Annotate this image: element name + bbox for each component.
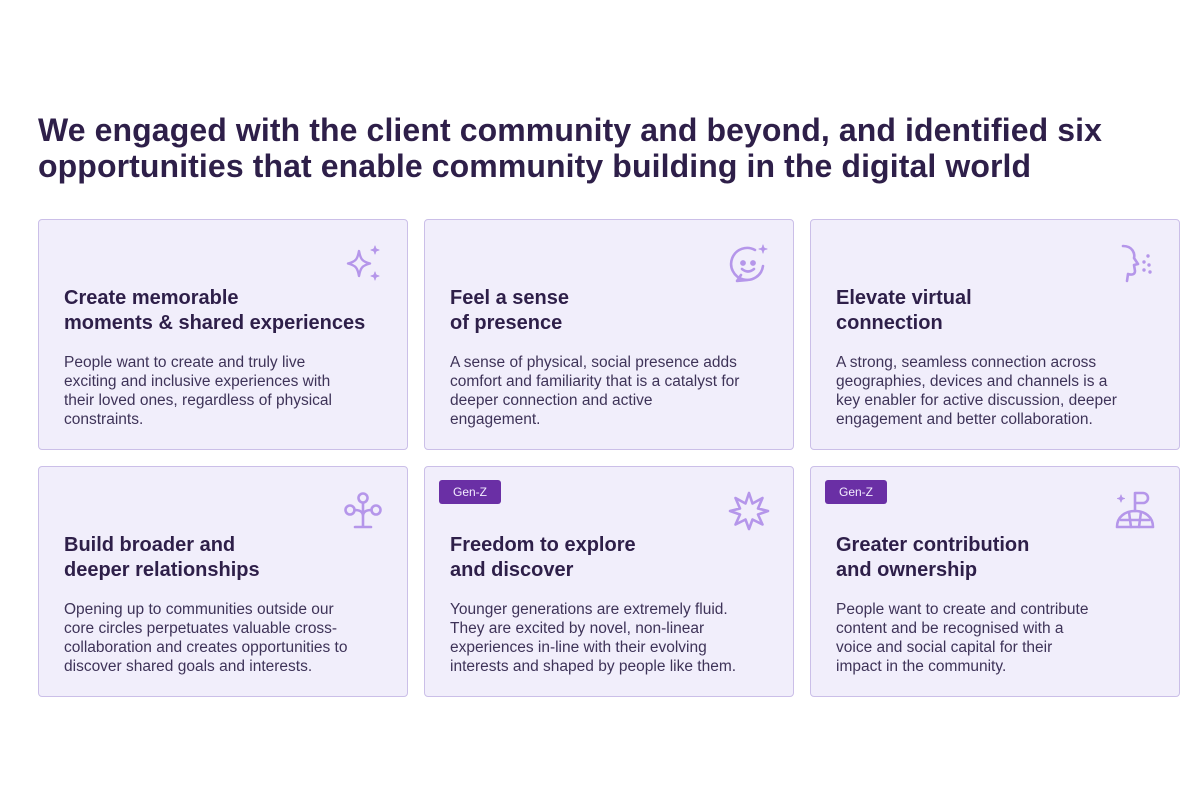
card-description-line: core circles perpetuates valuable cross- [64,620,338,637]
card-title: Create memorable moments & shared experi… [64,286,365,336]
page-headline: We engaged with the client community and… [38,112,1158,184]
card-description-line: experiences in-line with their evolving [450,639,707,656]
card-title-line: deeper relationships [64,559,260,581]
card-description-line: exciting and inclusive experiences with [64,373,331,390]
card-title-line: Create memorable [64,287,239,309]
card-description: A strong, seamless connection across geo… [836,353,1166,429]
opportunity-card-broader-relationships: Build broader and deeper relationships O… [38,466,408,697]
card-title: Greater contribution and ownership [836,533,1029,583]
card-title-line: Feel a sense [450,287,569,309]
headline-line-2: opportunities that enable community buil… [38,148,1032,184]
card-description: People want to create and contribute con… [836,600,1166,676]
opportunity-card-contribution-ownership: Gen-Z Greater contribution and ownership… [810,466,1180,697]
card-title-line: of presence [450,312,563,334]
card-description-line: interests and shaped by people like them… [450,658,737,675]
card-description-line: They are excited by novel, non-linear [450,620,705,637]
card-description-line: engagement and better collaboration. [836,411,1093,428]
card-description: A sense of physical, social presence add… [450,353,780,429]
card-description-line: content and be recognised with a [836,620,1064,637]
headline-line-1: We engaged with the client community and… [38,112,1103,148]
opportunity-card-explore-discover: Gen-Z Freedom to explore and discover Yo… [424,466,794,697]
sparkle-icon [341,242,385,286]
flag-summit-icon [1113,489,1157,533]
card-description-line: Younger generations are extremely fluid. [450,601,728,618]
face-profile-icon [1113,242,1157,286]
card-description: Opening up to communities outside our co… [64,600,394,676]
smile-chat-icon [727,242,771,286]
card-title-line: and ownership [836,559,978,581]
card-description-line: geographies, devices and channels is a [836,373,1108,390]
opportunity-card-sense-of-presence: Feel a sense of presence A sense of phys… [424,219,794,450]
card-description-line: comfort and familiarity that is a cataly… [450,373,740,390]
card-description: Younger generations are extremely fluid.… [450,600,780,676]
card-description-line: People want to create and contribute [836,601,1089,618]
card-description-line: deeper connection and active [450,392,653,409]
card-title-line: and discover [450,559,574,581]
card-title: Build broader and deeper relationships [64,533,260,583]
card-title-line: Freedom to explore [450,534,636,556]
starburst-icon [727,489,771,533]
card-title: Freedom to explore and discover [450,533,636,583]
gen-z-badge: Gen-Z [825,480,888,504]
card-description-line: A strong, seamless connection across [836,354,1097,371]
card-description-line: engagement. [450,411,541,428]
card-description-line: collaboration and creates opportunities … [64,639,348,656]
card-description-line: People want to create and truly live [64,354,306,371]
card-title-line: Build broader and [64,534,236,556]
card-description-line: key enabler for active discussion, deepe… [836,392,1117,409]
opportunity-card-memorable-moments: Create memorable moments & shared experi… [38,219,408,450]
card-title-line: connection [836,312,943,334]
card-description: People want to create and truly live exc… [64,353,394,429]
card-description-line: constraints. [64,411,144,428]
card-description-line: impact in the community. [836,658,1007,675]
card-description-line: their loved ones, regardless of physical [64,392,332,409]
card-title: Elevate virtual connection [836,286,972,336]
gen-z-badge: Gen-Z [439,480,502,504]
opportunity-card-virtual-connection: Elevate virtual connection A strong, sea… [810,219,1180,450]
card-description-line: Opening up to communities outside our [64,601,334,618]
card-title-line: moments & shared experiences [64,312,366,334]
card-title: Feel a sense of presence [450,286,569,336]
card-description-line: discover shared goals and interests. [64,658,313,675]
card-description-line: A sense of physical, social presence add… [450,354,737,371]
card-title-line: Elevate virtual [836,287,972,309]
card-description-line: voice and social capital for their [836,639,1053,656]
network-tree-icon [341,489,385,533]
card-title-line: Greater contribution [836,534,1030,556]
